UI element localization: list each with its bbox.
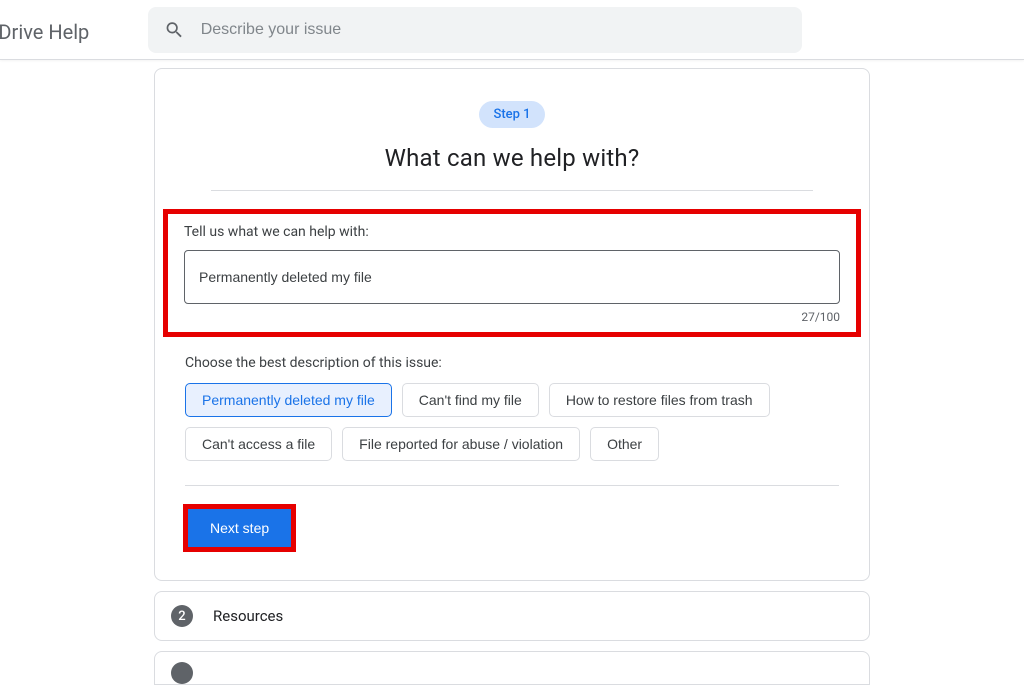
issue-input[interactable] [184,250,840,304]
divider [185,485,839,486]
chip-abuse-violation[interactable]: File reported for abuse / violation [342,427,580,461]
chip-restore-trash[interactable]: How to restore files from trash [549,383,770,417]
next-step-button[interactable]: Next step [188,509,291,547]
search-box[interactable] [148,7,802,53]
step-3-row [154,651,870,685]
chip-permanently-deleted[interactable]: Permanently deleted my file [185,383,392,417]
highlighted-input-area: Tell us what we can help with: 27/100 [163,209,861,337]
step-number-badge: 2 [171,605,193,627]
description-label: Choose the best description of this issu… [185,355,839,371]
char-counter: 27/100 [184,310,840,324]
header: le Drive Help [0,0,1024,60]
search-input[interactable] [201,21,786,39]
step-badge: Step 1 [479,101,544,128]
highlighted-next-area: Next step [183,504,296,552]
page-title: le Drive Help [0,20,89,44]
step-2-label: Resources [213,607,283,625]
chip-cant-access[interactable]: Can't access a file [185,427,332,461]
search-icon [164,19,185,41]
step-number-badge [171,662,193,684]
card-heading: What can we help with? [183,144,841,172]
issue-chips: Permanently deleted my file Can't find m… [185,383,841,461]
chip-cant-find[interactable]: Can't find my file [402,383,539,417]
step-2-row[interactable]: 2 Resources [154,591,870,641]
help-card: Step 1 What can we help with? Tell us wh… [154,68,870,581]
chip-other[interactable]: Other [590,427,659,461]
divider [211,190,813,191]
main-content: Step 1 What can we help with? Tell us wh… [0,60,1024,581]
issue-field-label: Tell us what we can help with: [184,224,840,240]
